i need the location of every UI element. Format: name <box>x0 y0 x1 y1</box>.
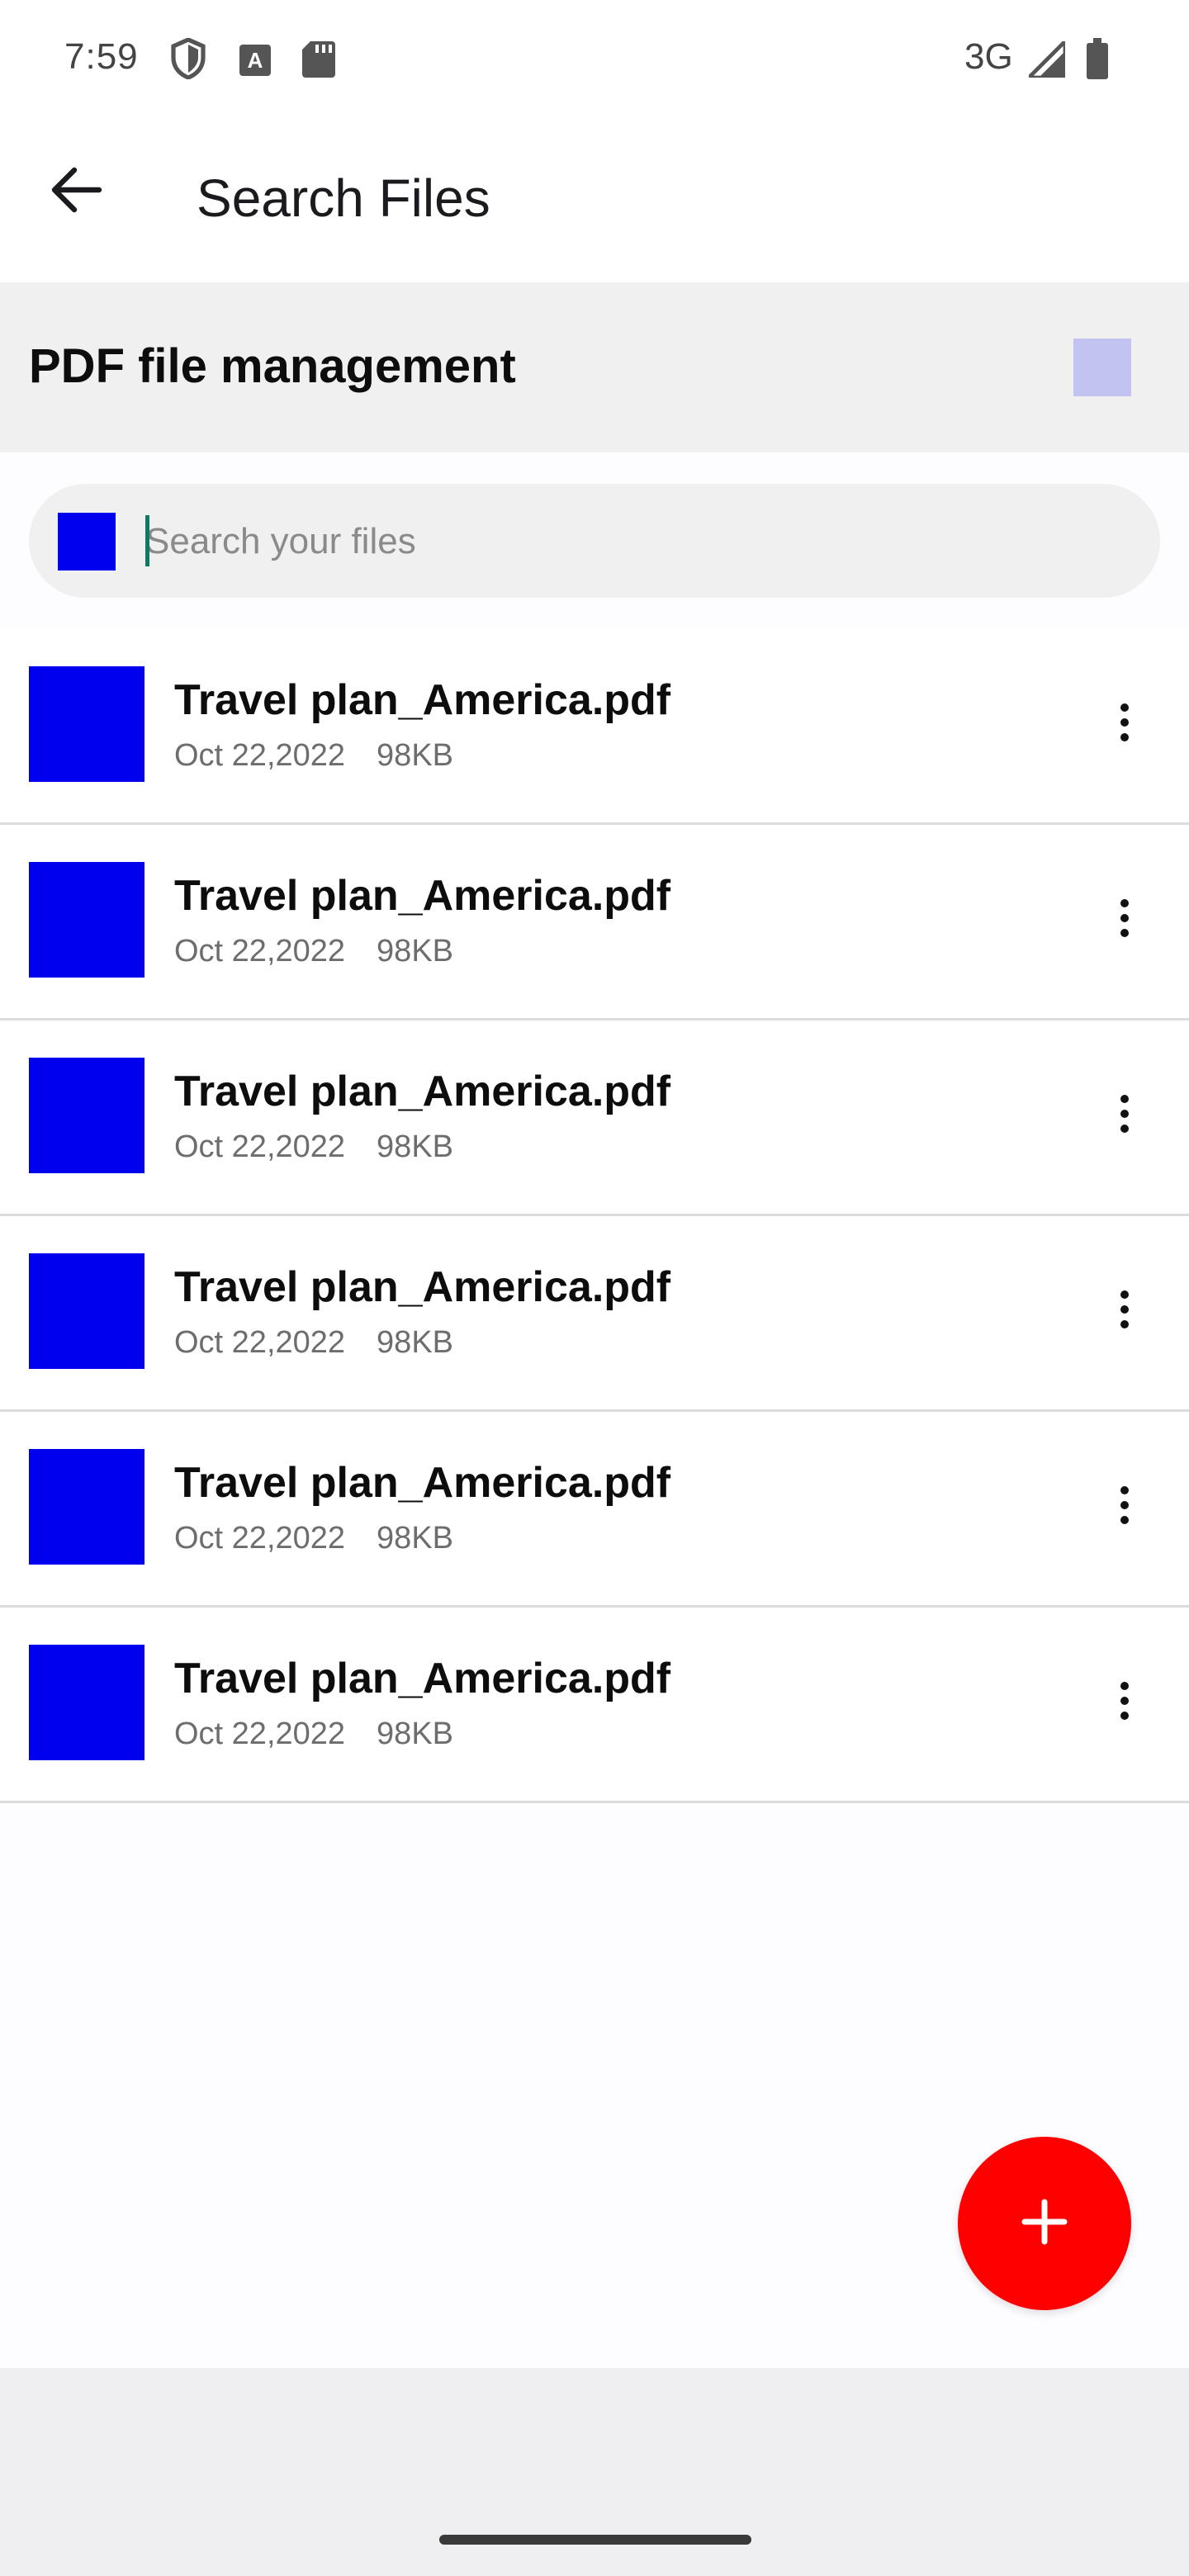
more-options-button[interactable] <box>1092 1070 1158 1161</box>
file-size: 98KB <box>377 1129 454 1164</box>
sd-card-icon <box>302 41 335 82</box>
status-bar: 7:59 A 3G <box>0 0 1189 116</box>
section-title: PDF file management <box>29 339 516 393</box>
arrow-left-icon <box>50 167 102 217</box>
add-file-button[interactable] <box>958 2137 1131 2310</box>
file-date: Oct 22,2022 <box>174 1521 346 1556</box>
file-size: 98KB <box>377 1717 454 1751</box>
more-vertical-icon <box>1120 1485 1130 1529</box>
a-box-icon: A <box>239 45 271 80</box>
file-meta: Oct 22,2022 98KB <box>174 1325 453 1361</box>
file-size: 98KB <box>377 1325 454 1360</box>
file-name: Travel plan_America.pdf <box>174 872 671 920</box>
plus-icon <box>1020 2197 1069 2251</box>
file-thumbnail <box>29 1253 144 1369</box>
text-cursor <box>145 515 149 566</box>
more-vertical-icon <box>1120 898 1130 942</box>
file-name: Travel plan_America.pdf <box>174 1655 671 1702</box>
file-name: Travel plan_America.pdf <box>174 1263 671 1311</box>
signal-icon <box>1024 36 1068 82</box>
file-name: Travel plan_America.pdf <box>174 676 671 724</box>
more-vertical-icon <box>1120 703 1130 746</box>
file-meta: Oct 22,2022 98KB <box>174 1521 453 1556</box>
search-icon <box>58 513 116 571</box>
back-button[interactable] <box>33 149 119 234</box>
file-meta: Oct 22,2022 98KB <box>174 1717 453 1752</box>
file-meta: Oct 22,2022 98KB <box>174 934 453 969</box>
page-title: Search Files <box>197 168 490 228</box>
more-options-button[interactable] <box>1092 679 1158 769</box>
file-size: 98KB <box>377 1521 454 1556</box>
list-item[interactable]: Travel plan_America.pdf Oct 22,2022 98KB <box>0 629 1189 825</box>
more-vertical-icon <box>1120 1094 1130 1138</box>
section-action-icon[interactable] <box>1073 339 1131 396</box>
file-date: Oct 22,2022 <box>174 934 346 968</box>
app-bar <box>0 116 1189 281</box>
file-name: Travel plan_America.pdf <box>174 1068 671 1115</box>
more-options-button[interactable] <box>1092 1657 1158 1748</box>
list-item[interactable]: Travel plan_America.pdf Oct 22,2022 98KB <box>0 1216 1189 1412</box>
file-date: Oct 22,2022 <box>174 1325 346 1360</box>
search-input[interactable] <box>145 515 1095 568</box>
file-meta: Oct 22,2022 98KB <box>174 1129 453 1165</box>
svg-text:A: A <box>248 48 263 73</box>
list-item[interactable]: Travel plan_America.pdf Oct 22,2022 98KB <box>0 825 1189 1020</box>
shield-icon <box>170 37 206 83</box>
more-options-button[interactable] <box>1092 1461 1158 1552</box>
file-thumbnail <box>29 1645 144 1760</box>
file-date: Oct 22,2022 <box>174 1717 346 1751</box>
more-vertical-icon <box>1120 1681 1130 1725</box>
more-vertical-icon <box>1120 1290 1130 1333</box>
file-thumbnail <box>29 1449 144 1565</box>
more-options-button[interactable] <box>1092 1266 1158 1357</box>
file-name: Travel plan_America.pdf <box>174 1459 671 1507</box>
file-meta: Oct 22,2022 98KB <box>174 738 453 774</box>
list-item[interactable]: Travel plan_America.pdf Oct 22,2022 98KB <box>0 1608 1189 1803</box>
list-item[interactable]: Travel plan_America.pdf Oct 22,2022 98KB <box>0 1020 1189 1216</box>
file-thumbnail <box>29 666 144 782</box>
file-date: Oct 22,2022 <box>174 738 346 773</box>
home-indicator[interactable] <box>439 2535 751 2545</box>
file-date: Oct 22,2022 <box>174 1129 346 1164</box>
more-options-button[interactable] <box>1092 874 1158 965</box>
system-navigation-area <box>0 2368 1189 2576</box>
list-item[interactable]: Travel plan_America.pdf Oct 22,2022 98KB <box>0 1412 1189 1608</box>
battery-icon <box>1087 38 1108 83</box>
status-time: 7:59 <box>64 36 139 77</box>
file-size: 98KB <box>377 934 454 968</box>
file-list: Travel plan_America.pdf Oct 22,2022 98KB … <box>0 629 1189 1803</box>
file-size: 98KB <box>377 738 454 773</box>
file-thumbnail <box>29 1058 144 1173</box>
network-type: 3G <box>964 36 1013 77</box>
file-thumbnail <box>29 862 144 978</box>
